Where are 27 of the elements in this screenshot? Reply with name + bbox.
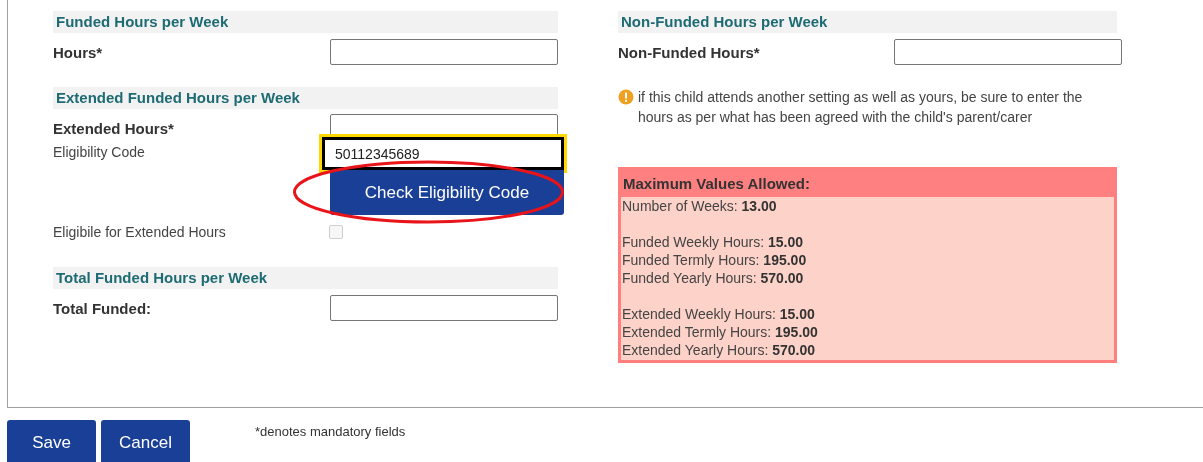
field-label: Total Funded: <box>53 299 152 319</box>
warning-icon <box>618 89 634 105</box>
field-label: Hours* <box>53 43 103 63</box>
form-button[interactable]: Save <box>7 420 96 462</box>
field-label: Eligibility Code <box>53 143 145 162</box>
field-label: Non-Funded Hours* <box>618 43 760 63</box>
max-value-text: Extended Weekly Hours: 15.00 <box>622 305 816 323</box>
max-value-text: Funded Weekly Hours: 15.00 <box>622 233 805 251</box>
input-field[interactable] <box>330 295 558 321</box>
section-heading: Funded Hours per Week <box>53 11 558 33</box>
panel-title: Maximum Values Allowed: <box>621 170 1114 197</box>
section-heading: Non-Funded Hours per Week <box>618 11 1117 33</box>
checkbox-label: Eligibile for Extended Hours <box>53 222 227 242</box>
input-field[interactable] <box>894 39 1122 65</box>
input-field[interactable]: 50112345689 <box>322 137 564 170</box>
footnote: *denotes mandatory fields <box>255 423 406 441</box>
input-field[interactable] <box>330 39 558 65</box>
max-value-text: Number of Weeks: 13.00 <box>622 197 778 215</box>
max-value-text: Funded Termly Hours: 195.00 <box>622 251 808 269</box>
section-heading: Total Funded Hours per Week <box>53 267 558 289</box>
form-button[interactable]: Cancel <box>101 420 190 462</box>
max-value-text: Extended Termly Hours: 195.00 <box>622 323 819 341</box>
max-value-text: Funded Yearly Hours: 570.00 <box>622 269 805 287</box>
section-heading: Extended Funded Hours per Week <box>53 87 558 109</box>
max-value-text: Extended Yearly Hours: 570.00 <box>622 341 817 359</box>
notice-text: if this child attends another setting as well as yours, be sure to enter the hours as per what has been agreed with the child's parent/carer <box>638 88 1084 127</box>
field-label: Extended Hours* <box>53 119 174 139</box>
